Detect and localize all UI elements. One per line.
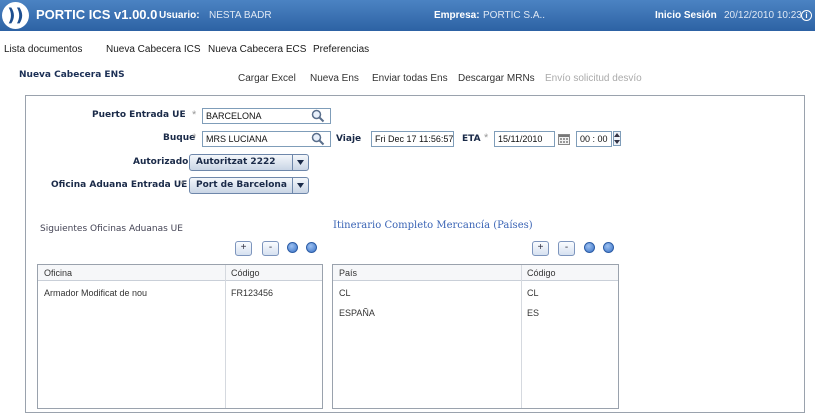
move-down-icon[interactable] bbox=[306, 242, 317, 253]
envio-solicitud-desvio-link: Envío solicitud desvío bbox=[545, 73, 642, 84]
puerto-entrada-label: Puerto Entrada UE bbox=[92, 110, 186, 120]
table-cell[interactable]: CL bbox=[521, 288, 539, 298]
sesion-value: 20/12/2010 10:23 bbox=[724, 10, 802, 21]
column-divider bbox=[521, 265, 522, 408]
required-mark: * bbox=[484, 132, 489, 144]
move-down-icon[interactable] bbox=[603, 242, 614, 253]
menu-preferencias[interactable]: Preferencias bbox=[313, 44, 369, 55]
autorizado-label: Autorizado bbox=[133, 157, 189, 167]
add-oficina-button[interactable]: + bbox=[235, 241, 252, 256]
add-pais-button[interactable]: + bbox=[532, 241, 549, 256]
table-cell[interactable]: ES bbox=[521, 308, 539, 318]
app-window: )) PORTIC ICS v1.00.0 Usuario: NESTA BAD… bbox=[0, 0, 815, 416]
form-panel: Puerto Entrada UE * BARCELONA Buque * MR… bbox=[25, 95, 805, 413]
cargar-excel-link[interactable]: Cargar Excel bbox=[238, 73, 296, 84]
required-mark: * bbox=[192, 109, 197, 121]
move-up-icon[interactable] bbox=[584, 242, 595, 253]
viaje-label: Viaje bbox=[336, 134, 362, 144]
eta-date-input[interactable]: 15/11/2010 bbox=[494, 131, 555, 147]
info-icon[interactable]: i bbox=[801, 10, 812, 21]
nueva-ens-link[interactable]: Nueva Ens bbox=[310, 73, 359, 84]
time-spinner[interactable] bbox=[613, 131, 621, 146]
eta-time-input[interactable]: 00 : 00 bbox=[576, 131, 612, 147]
remove-pais-button[interactable]: - bbox=[558, 241, 575, 256]
move-up-icon[interactable] bbox=[287, 242, 298, 253]
section-title: Nueva Cabecera ENS bbox=[19, 70, 125, 80]
oficina-aduana-value: Port de Barcelona bbox=[196, 180, 287, 190]
menu-nueva-cabecera-ics[interactable]: Nueva Cabecera ICS bbox=[106, 44, 201, 55]
chevron-down-icon bbox=[292, 178, 308, 193]
portic-logo: )) bbox=[2, 2, 29, 29]
menu-lista-documentos[interactable]: Lista documentos bbox=[4, 44, 82, 55]
table-cell[interactable]: ESPAÑA bbox=[333, 308, 375, 318]
itinerario-table: País Código CL CL ESPAÑA ES bbox=[332, 264, 619, 409]
table-cell[interactable]: Armador Modificat de nou bbox=[38, 288, 147, 298]
app-title: PORTIC ICS v1.00.0 bbox=[36, 7, 158, 22]
usuario-label: Usuario: bbox=[159, 10, 200, 21]
search-icon[interactable] bbox=[311, 132, 325, 146]
sesion-label: Inicio Sesión bbox=[655, 10, 717, 21]
itinerario-section-title: Itinerario Completo Mercancía (Países) bbox=[333, 220, 533, 231]
empresa-value: PORTIC S.A.. bbox=[483, 10, 546, 21]
column-header-oficina[interactable]: Oficina bbox=[38, 265, 225, 281]
table-cell[interactable]: FR123456 bbox=[225, 288, 273, 298]
column-header-codigo[interactable]: Código bbox=[225, 265, 322, 281]
remove-oficina-button[interactable]: - bbox=[262, 241, 279, 256]
required-mark: * bbox=[180, 179, 185, 191]
oficinas-table: Oficina Código Armador Modificat de nou … bbox=[37, 264, 323, 409]
header-bar: )) PORTIC ICS v1.00.0 Usuario: NESTA BAD… bbox=[0, 0, 815, 31]
oficina-aduana-label: Oficina Aduana Entrada UE bbox=[51, 180, 188, 190]
column-header-codigo[interactable]: Código bbox=[521, 265, 618, 281]
table-cell[interactable]: CL bbox=[333, 288, 351, 298]
column-header-pais[interactable]: País bbox=[333, 265, 521, 281]
usuario-value: NESTA BADR bbox=[209, 10, 272, 21]
oficina-aduana-select[interactable]: Port de Barcelona bbox=[189, 177, 309, 194]
required-mark: * bbox=[192, 132, 197, 144]
autorizado-select[interactable]: Autoritzat 2222 bbox=[189, 154, 309, 171]
calendar-icon[interactable] bbox=[558, 134, 570, 145]
buque-label: Buque bbox=[163, 133, 196, 143]
column-divider bbox=[225, 265, 226, 408]
eta-label: ETA bbox=[462, 134, 481, 144]
search-icon[interactable] bbox=[311, 109, 325, 123]
empresa-label: Empresa: bbox=[434, 10, 480, 21]
viaje-input[interactable]: Fri Dec 17 11:56:57 bbox=[371, 131, 454, 147]
enviar-todas-ens-link[interactable]: Enviar todas Ens bbox=[372, 73, 448, 84]
chevron-down-icon bbox=[292, 155, 308, 170]
autorizado-value: Autoritzat 2222 bbox=[196, 157, 276, 167]
menu-nueva-cabecera-ecs[interactable]: Nueva Cabecera ECS bbox=[208, 44, 306, 55]
descargar-mrns-link[interactable]: Descargar MRNs bbox=[458, 73, 535, 84]
oficinas-section-title: Siguientes Oficinas Aduanas UE bbox=[40, 224, 183, 234]
